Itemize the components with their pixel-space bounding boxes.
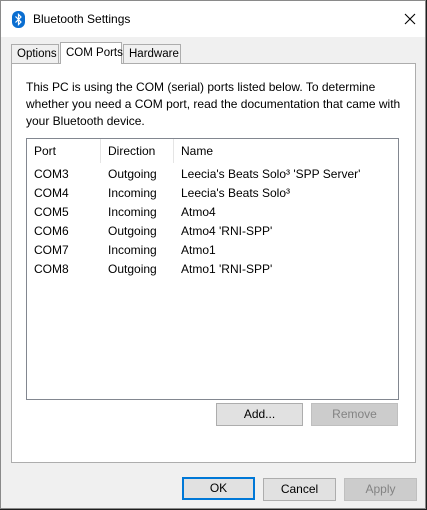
table-row[interactable]: COM7 Incoming Atmo1: [27, 241, 398, 260]
column-header-direction[interactable]: Direction: [101, 139, 174, 163]
name-cell: Atmo4: [181, 205, 216, 219]
remove-button[interactable]: Remove: [311, 403, 398, 426]
column-header-port[interactable]: Port: [27, 139, 101, 163]
com-ports-panel: This PC is using the COM (serial) ports …: [11, 63, 416, 463]
direction-cell: Incoming: [108, 205, 157, 219]
tab-hardware[interactable]: Hardware: [123, 44, 181, 63]
table-row[interactable]: COM6 Outgoing Atmo4 'RNI-SPP': [27, 222, 398, 241]
port-cell: COM7: [34, 243, 69, 257]
com-ports-list[interactable]: Port Direction Name COM3 Outgoing Leecia…: [26, 138, 399, 400]
column-header-name[interactable]: Name: [174, 139, 398, 163]
name-cell: Leecia's Beats Solo³ 'SPP Server': [181, 167, 361, 181]
apply-button[interactable]: Apply: [344, 478, 417, 501]
table-row[interactable]: COM5 Incoming Atmo4: [27, 203, 398, 222]
close-icon[interactable]: [395, 1, 425, 37]
direction-cell: Incoming: [108, 186, 157, 200]
tab-com-ports[interactable]: COM Ports: [60, 42, 123, 64]
direction-cell: Outgoing: [108, 167, 157, 181]
port-cell: COM6: [34, 224, 69, 238]
direction-cell: Outgoing: [108, 262, 157, 276]
table-row[interactable]: COM4 Incoming Leecia's Beats Solo³: [27, 184, 398, 203]
bluetooth-settings-dialog: Bluetooth Settings Options COM Ports Har…: [0, 0, 426, 509]
port-cell: COM8: [34, 262, 69, 276]
direction-cell: Outgoing: [108, 224, 157, 238]
ok-button[interactable]: OK: [182, 477, 255, 500]
table-row[interactable]: COM3 Outgoing Leecia's Beats Solo³ 'SPP …: [27, 165, 398, 184]
name-cell: Leecia's Beats Solo³: [181, 186, 291, 200]
title-bar: Bluetooth Settings: [1, 1, 425, 37]
com-ports-description: This PC is using the COM (serial) ports …: [26, 80, 401, 128]
add-button[interactable]: Add...: [216, 403, 303, 426]
table-row[interactable]: COM8 Outgoing Atmo1 'RNI-SPP': [27, 260, 398, 279]
port-cell: COM5: [34, 205, 69, 219]
window-title: Bluetooth Settings: [33, 12, 131, 26]
bluetooth-icon: [12, 11, 25, 28]
name-cell: Atmo4 'RNI-SPP': [181, 224, 273, 238]
name-cell: Atmo1 'RNI-SPP': [181, 262, 273, 276]
cancel-button[interactable]: Cancel: [263, 478, 336, 501]
list-header: Port Direction Name: [27, 139, 398, 163]
name-cell: Atmo1: [181, 243, 216, 257]
port-cell: COM3: [34, 167, 69, 181]
port-cell: COM4: [34, 186, 69, 200]
tab-options[interactable]: Options: [11, 44, 59, 63]
direction-cell: Incoming: [108, 243, 157, 257]
